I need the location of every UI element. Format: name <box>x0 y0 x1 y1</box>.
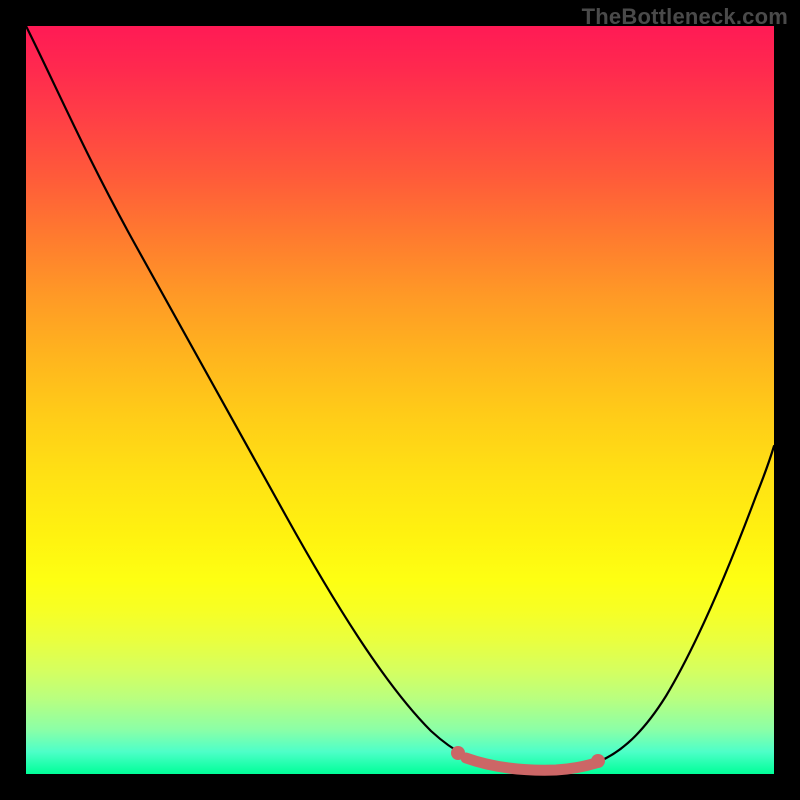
watermark-text: TheBottleneck.com <box>582 4 788 30</box>
curve-layer <box>26 26 774 774</box>
optimal-range-marker <box>466 758 596 770</box>
chart-frame: TheBottleneck.com <box>0 0 800 800</box>
bottleneck-curve <box>26 26 774 771</box>
optimal-end-dot <box>591 754 605 768</box>
plot-area <box>26 26 774 774</box>
